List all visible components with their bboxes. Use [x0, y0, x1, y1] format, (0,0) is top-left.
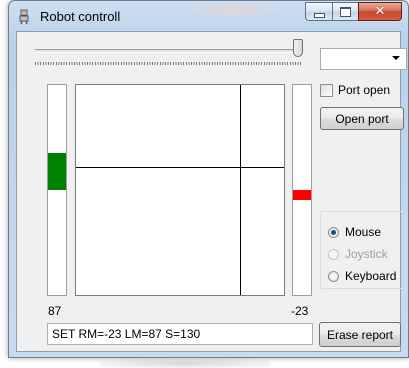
- port-open-checkbox[interactable]: Port open: [320, 82, 390, 98]
- right-motor-bar: [292, 84, 312, 296]
- window-title: Robot controll: [40, 9, 121, 24]
- speed-slider[interactable]: [31, 38, 311, 70]
- minimize-icon: [313, 12, 325, 18]
- mode-label-joystick: Joystick: [345, 247, 388, 261]
- mode-label-mouse: Mouse: [345, 225, 382, 239]
- report-field[interactable]: SET RM=-23 LM=87 S=130: [47, 323, 313, 345]
- close-button[interactable]: ✕: [358, 2, 402, 21]
- right-motor-value: -23: [291, 304, 309, 318]
- caption-buttons: ✕: [305, 2, 402, 23]
- mode-radio-mouse[interactable]: Mouse: [328, 224, 381, 240]
- crosshair-horizontal: [76, 167, 284, 168]
- radio-button[interactable]: [328, 226, 339, 238]
- control-mode-group: Mouse Joystick Keyboard: [320, 211, 406, 289]
- radio-button: [328, 248, 339, 260]
- right-motor-fill: [293, 190, 311, 200]
- slider-track: [35, 49, 303, 53]
- close-icon: ✕: [374, 4, 386, 19]
- open-port-button[interactable]: Open port: [320, 107, 404, 130]
- slider-thumb[interactable]: [293, 39, 303, 57]
- robot-control-window: Robot controll ✕ Port open Open port Mou…: [8, 0, 409, 358]
- minimize-button[interactable]: [305, 2, 332, 21]
- port-open-label: Port open: [338, 83, 391, 97]
- title-reflection: [189, 5, 279, 15]
- window-shadow: [100, 359, 270, 368]
- mode-radio-joystick: Joystick: [328, 246, 388, 262]
- left-motor-bar: [47, 84, 67, 296]
- title-bar[interactable]: Robot controll ✕: [9, 1, 408, 32]
- erase-report-button[interactable]: Erase report: [319, 322, 401, 347]
- mode-label-keyboard: Keyboard: [345, 269, 397, 283]
- slider-ticks: [35, 62, 303, 65]
- left-motor-value: 87: [48, 304, 62, 318]
- port-select[interactable]: [320, 48, 407, 70]
- chevron-down-icon: [392, 56, 400, 60]
- radio-button[interactable]: [328, 270, 339, 282]
- client-area: Port open Open port Mouse Joystick Keybo…: [16, 31, 407, 352]
- maximize-icon: [340, 6, 351, 17]
- maximize-button[interactable]: [332, 2, 358, 21]
- crosshair-vertical: [240, 85, 241, 295]
- mode-radio-keyboard[interactable]: Keyboard: [328, 268, 396, 284]
- left-motor-fill: [48, 153, 66, 190]
- joystick-pad[interactable]: [75, 84, 285, 296]
- robot-icon: [19, 9, 29, 25]
- checkbox-box[interactable]: [320, 83, 333, 97]
